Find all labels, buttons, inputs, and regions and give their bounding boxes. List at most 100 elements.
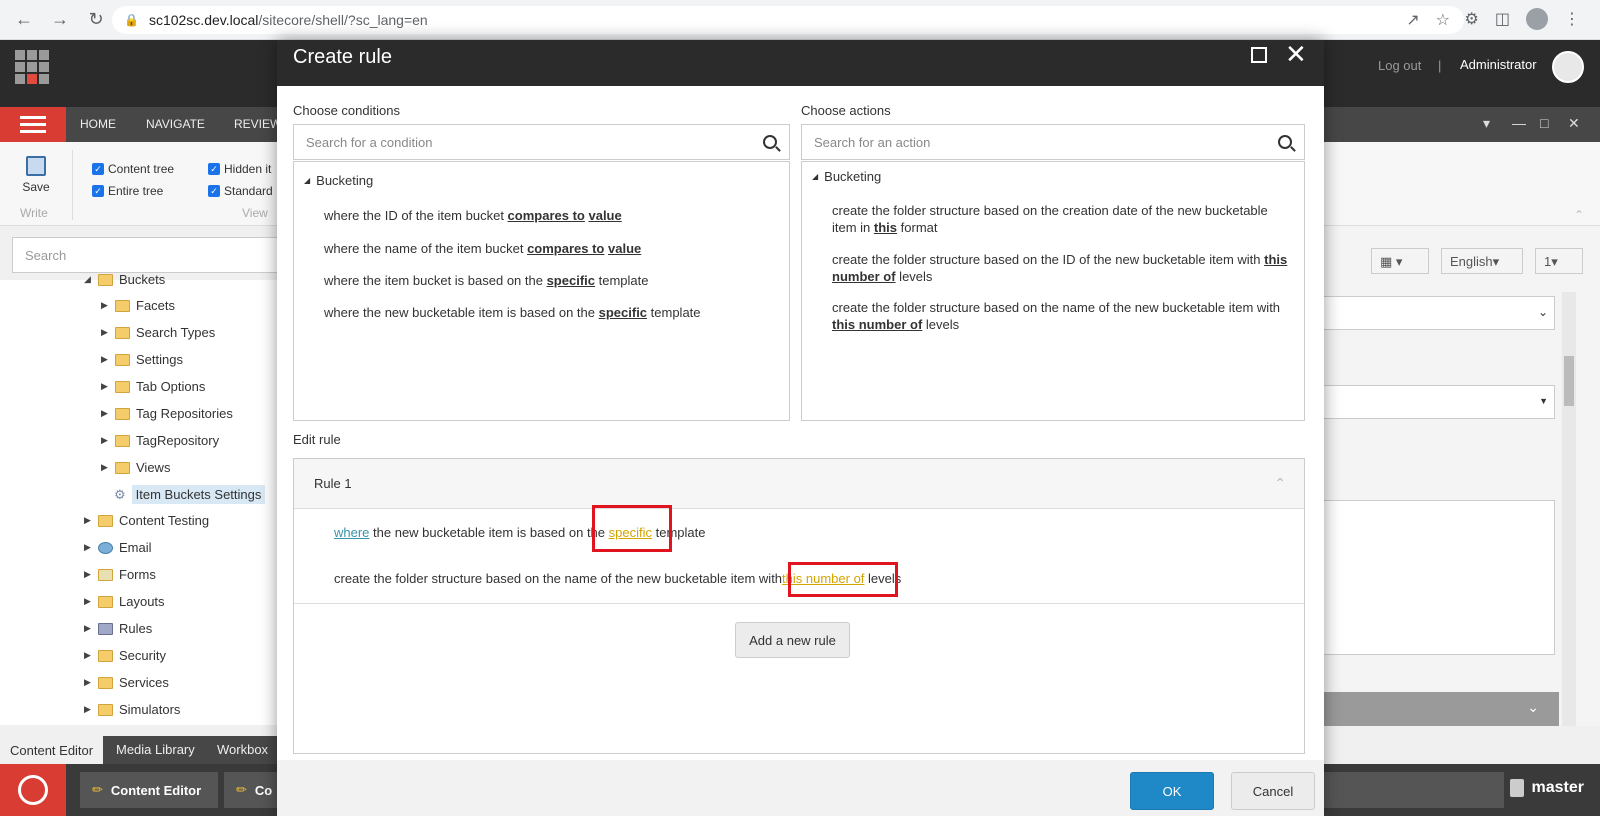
tree-item-content-testing[interactable]: ▶ Content Testing [84,513,209,528]
version-value: 1 [1544,254,1552,269]
tree-item-label: Rules [119,621,153,636]
tree-item-layouts[interactable]: ▶ Layouts [84,594,165,609]
condition-keyword[interactable]: specific [547,273,595,288]
forward-icon[interactable]: → [48,8,72,32]
scrollbar-thumb[interactable] [1564,356,1574,406]
actions-group-bucketing[interactable]: ◢ Bucketing [812,169,881,184]
condition-item[interactable]: where the item bucket is based on the sp… [324,272,648,289]
tree-item-label: Views [136,460,171,475]
close-icon[interactable]: ✕ [1285,40,1307,68]
cancel-button[interactable]: Cancel [1231,772,1315,810]
close-icon[interactable]: ✕ [1568,115,1580,132]
chevron-up-icon[interactable]: ⌃ [1274,475,1286,492]
tab-workbox[interactable]: Workbox [217,742,268,757]
user-name[interactable]: Administrator [1460,57,1537,72]
tree-item-tab-options[interactable]: ▶ Tab Options [101,379,205,394]
dialog-title: Create rule [293,46,392,68]
tab-content-editor[interactable]: Content Editor [0,736,104,764]
tree-item-rules[interactable]: ▶ Rules [84,621,152,636]
book-dropdown[interactable]: ▦ ▾ [1371,248,1429,274]
tree-item-buckets[interactable]: ◢ Buckets [84,272,165,287]
menu-icon[interactable]: ⋮ [1564,9,1580,29]
share-icon[interactable]: ↗ [1406,10,1419,30]
search-icon[interactable] [763,135,777,149]
condition-item[interactable]: where the new bucketable item is based o… [324,304,701,321]
star-icon[interactable]: ☆ [1436,10,1450,30]
save-button[interactable]: Save [20,156,52,194]
tab-home[interactable]: HOME [80,117,116,131]
sidepanel-icon[interactable]: ◫ [1495,9,1510,29]
entire-tree-checkbox[interactable]: ✓ Entire tree [92,184,163,198]
sitecore-logo-icon[interactable] [0,764,66,816]
tree-item-tag-repositories[interactable]: ▶ Tag Repositories [101,406,233,421]
condition-keyword[interactable]: value [588,208,621,223]
tree-item-item-buckets-settings[interactable]: ⚙ Item Buckets Settings [114,485,266,504]
search-input[interactable]: Search [12,237,282,273]
condition-search-input[interactable] [306,134,763,150]
search-icon[interactable] [1278,135,1292,149]
back-icon[interactable]: ← [12,8,36,32]
tree-item-facets[interactable]: ▶ Facets [101,298,175,313]
tree-item-tagrepository[interactable]: ▶ TagRepository [101,433,219,448]
tree-item-search-types[interactable]: ▶ Search Types [101,325,215,340]
hamburger-menu-icon[interactable] [0,107,66,142]
taskbar-content-editor[interactable]: ✏ Content Editor [80,772,218,808]
tree-item-settings[interactable]: ▶ Settings [101,352,183,367]
scrollbar[interactable] [1562,292,1576,726]
chevron-up-icon[interactable]: ⌃ [1574,208,1584,222]
launchpad-icon[interactable] [15,50,49,84]
checkbox-label: Hidden it [224,162,272,176]
action-item[interactable]: create the folder structure based on the… [832,202,1302,236]
condition-keyword[interactable]: specific [599,305,647,320]
action-keyword[interactable]: number of [832,269,896,284]
standard-fields-checkbox[interactable]: ✓ Standard [208,184,273,198]
reload-icon[interactable]: ↻ [84,8,108,32]
tab-navigate[interactable]: NAVIGATE [146,117,205,131]
tree-item-forms[interactable]: ▶ Forms [84,567,156,582]
collapsed-section[interactable]: ⌄ [1297,692,1559,726]
tree-item-views[interactable]: ▶ Views [101,460,170,475]
ok-button[interactable]: OK [1130,772,1214,810]
where-link[interactable]: where [334,525,369,540]
maximize-icon[interactable] [1251,47,1267,63]
language-dropdown[interactable]: English▾ [1441,248,1523,274]
minimize-icon[interactable]: — [1512,115,1526,131]
content-tree-checkbox[interactable]: ✓ Content tree [92,162,174,176]
tab-review[interactable]: REVIEW [234,117,281,131]
database-indicator[interactable]: master [1509,779,1584,797]
tree-item-services[interactable]: ▶ Services [84,675,169,690]
condition-item[interactable]: where the ID of the item bucket compares… [324,207,622,224]
rule-header[interactable]: Rule 1 ⌃ [294,459,1304,509]
editor-textarea[interactable] [1297,500,1555,655]
tree-item-security[interactable]: ▶ Security [84,648,166,663]
restore-icon[interactable]: □ [1540,115,1548,131]
condition-keyword[interactable]: compares to [527,241,604,256]
condition-keyword[interactable]: value [608,241,641,256]
extensions-icon[interactable]: ⚙ [1465,9,1479,29]
logout-link[interactable]: Log out [1378,58,1421,73]
taskbar-content-editor-2[interactable]: ✏ Co [224,772,277,808]
action-keyword[interactable]: this [874,220,897,235]
hidden-items-checkbox[interactable]: ✓ Hidden it [208,162,271,176]
avatar[interactable] [1552,51,1584,83]
chevron-down-icon[interactable]: ▾ [1483,115,1490,132]
tree-item-email[interactable]: ▶ Email [84,540,152,555]
condition-item[interactable]: where the name of the item bucket compar… [324,240,641,257]
address-bar[interactable]: 🔒 sc102sc.dev.local/sitecore/shell/?sc_l… [112,6,1464,34]
action-text: format [897,220,938,235]
profile-icon[interactable] [1526,8,1548,30]
action-search-input[interactable] [814,134,1278,150]
conditions-group-bucketing[interactable]: ◢ Bucketing [304,173,373,188]
tree-item-simulators[interactable]: ▶ Simulators [84,702,180,717]
action-item[interactable]: create the folder structure based on the… [832,251,1302,285]
action-keyword[interactable]: this number of [832,317,922,332]
tab-media-library[interactable]: Media Library [116,742,195,757]
action-keyword[interactable]: this [1264,252,1287,267]
add-new-rule-button[interactable]: Add a new rule [735,622,850,658]
chevron-right-icon: ▶ [101,381,108,391]
condition-keyword[interactable]: compares to [508,208,585,223]
editor-field[interactable]: ⌄ [1297,296,1555,330]
version-dropdown[interactable]: 1▾ [1535,248,1583,274]
editor-field[interactable]: ▼ [1297,385,1555,419]
action-item[interactable]: create the folder structure based on the… [832,299,1302,333]
